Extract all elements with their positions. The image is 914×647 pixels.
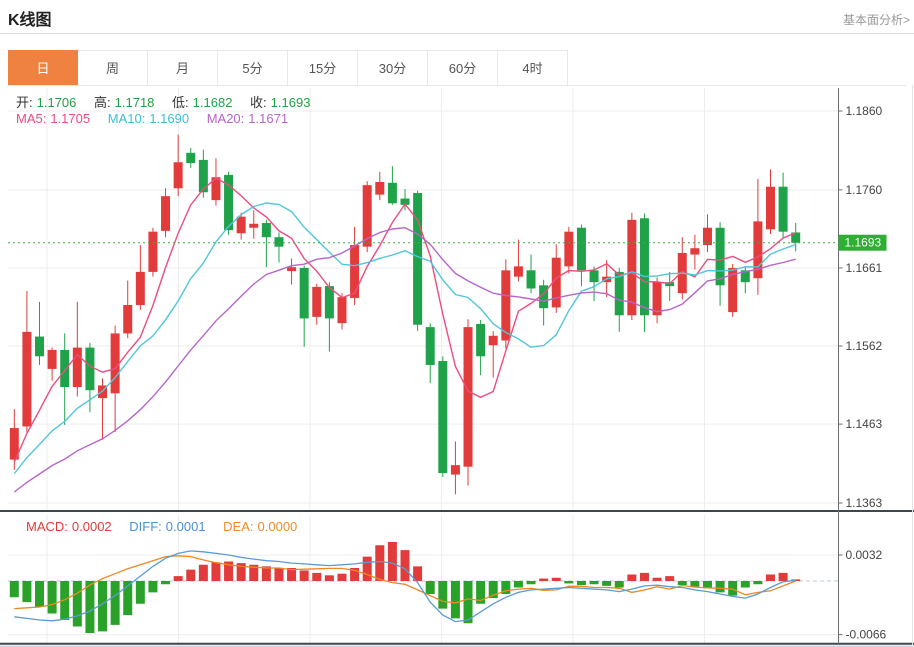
period-tabbar: 日 周 月 5分 15分 30分 60分 4时 bbox=[8, 50, 907, 86]
svg-text:1.1760: 1.1760 bbox=[846, 183, 883, 197]
tab-month[interactable]: 月 bbox=[148, 50, 218, 85]
svg-text:1.1661: 1.1661 bbox=[846, 261, 883, 275]
open-value: 1.1706 bbox=[37, 95, 77, 110]
candles bbox=[10, 135, 800, 495]
close-label: 收: bbox=[250, 95, 267, 110]
close-value: 1.1693 bbox=[271, 95, 311, 110]
tab-4hour[interactable]: 4时 bbox=[498, 50, 568, 85]
ma10-label: MA10: bbox=[108, 111, 146, 126]
dea-value: 0.0000 bbox=[258, 519, 298, 534]
ma5-label: MA5: bbox=[16, 111, 46, 126]
ma10-line bbox=[14, 203, 795, 474]
svg-text:-0.0066: -0.0066 bbox=[846, 628, 887, 642]
macd-value: 0.0002 bbox=[72, 519, 112, 534]
ohlc-legend: 开: 1.1706 高: 1.1718 低: 1.1682 收: 1.1693 bbox=[16, 92, 314, 111]
ma10-value: 1.1690 bbox=[149, 111, 189, 126]
tab-5min[interactable]: 5分 bbox=[218, 50, 288, 85]
ma-legend: MA5: 1.1705 MA10:1.1690 MA20:1.1671 bbox=[16, 111, 292, 126]
diff-value: 0.0001 bbox=[166, 519, 206, 534]
kline-chart-canvas[interactable]: 1.1860 1.1760 1.1661 1.1562 1.1463 1.1363 0.00… bbox=[0, 85, 914, 647]
macd-legend: MACD: 0.0002 DIFF: 0.0001 DEA: 0.0000 bbox=[26, 519, 301, 534]
svg-text:1.1693: 1.1693 bbox=[845, 236, 882, 250]
page-title: K线图 bbox=[8, 6, 52, 30]
header-divider bbox=[0, 33, 914, 34]
fundamental-analysis-link[interactable]: 基本面分析> bbox=[843, 11, 910, 28]
ma5-value: 1.1705 bbox=[50, 111, 90, 126]
tab-day[interactable]: 日 bbox=[8, 50, 78, 85]
tab-60min[interactable]: 60分 bbox=[428, 50, 498, 85]
low-value: 1.1682 bbox=[193, 95, 233, 110]
high-value: 1.1718 bbox=[115, 95, 155, 110]
tab-15min[interactable]: 15分 bbox=[288, 50, 358, 85]
diff-label: DIFF: bbox=[129, 519, 162, 534]
tab-30min[interactable]: 30分 bbox=[358, 50, 428, 85]
tab-week[interactable]: 周 bbox=[78, 50, 148, 85]
svg-text:1.1562: 1.1562 bbox=[846, 339, 883, 353]
open-label: 开: bbox=[16, 95, 33, 110]
svg-text:1.1860: 1.1860 bbox=[846, 104, 883, 118]
price-axis: 1.1860 1.1760 1.1661 1.1562 1.1463 1.1363 0.00… bbox=[839, 88, 887, 644]
kline-widget: K线图 基本面分析> 日 周 月 5分 15分 30分 60分 4时 1.186… bbox=[0, 0, 914, 647]
ma20-label: MA20: bbox=[207, 111, 245, 126]
high-label: 高: bbox=[94, 95, 111, 110]
svg-text:1.1463: 1.1463 bbox=[846, 417, 883, 431]
svg-text:0.0032: 0.0032 bbox=[846, 548, 883, 562]
svg-text:1.1363: 1.1363 bbox=[846, 496, 883, 510]
current-price-badge: 1.1693 bbox=[839, 235, 887, 251]
ma20-value: 1.1671 bbox=[248, 111, 288, 126]
dea-label: DEA: bbox=[223, 519, 253, 534]
low-label: 低: bbox=[172, 95, 189, 110]
gridlines bbox=[8, 88, 838, 643]
macd-label: MACD: bbox=[26, 519, 68, 534]
